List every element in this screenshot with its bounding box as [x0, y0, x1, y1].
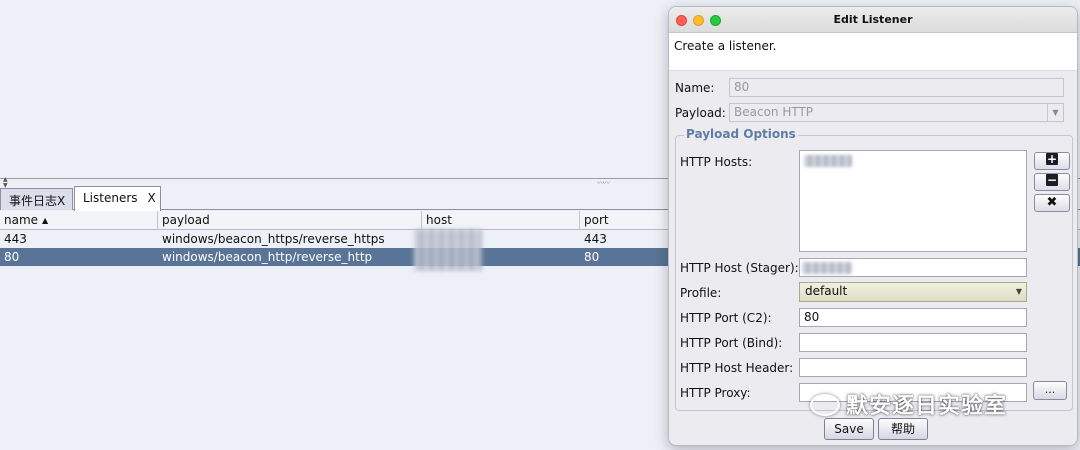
http-port-bind-label: HTTP Port (Bind):	[680, 336, 783, 350]
cell-payload: windows/beacon_http/reverse_http	[162, 250, 373, 264]
column-header-host[interactable]: host	[422, 211, 580, 230]
http-host-header-field[interactable]	[799, 358, 1027, 377]
clear-hosts-button[interactable]: ✖	[1034, 194, 1070, 212]
save-button[interactable]: Save	[824, 418, 874, 440]
plus-icon: +	[1046, 152, 1058, 166]
http-proxy-label: HTTP Proxy:	[680, 386, 751, 400]
redacted-host-blur	[802, 262, 852, 274]
http-host-header-label: HTTP Host Header:	[680, 361, 794, 375]
cell-payload: windows/beacon_https/reverse_https	[162, 232, 385, 246]
column-header-payload[interactable]: payload	[158, 211, 422, 230]
tab-event-log[interactable]: 事件日志X	[0, 188, 73, 210]
http-port-bind-field[interactable]	[799, 333, 1027, 352]
remove-host-button[interactable]: −	[1034, 173, 1070, 191]
cell-name: 80	[4, 250, 20, 264]
dialog-description: Create a listener.	[669, 33, 1077, 71]
payload-label: Payload:	[675, 106, 726, 120]
dialog-title: Edit Listener	[833, 13, 913, 26]
watermark: 默安逐日实验室	[810, 388, 1007, 420]
payload-options-title: Payload Options	[684, 127, 798, 141]
watermark-text: 默安逐日实验室	[846, 394, 1008, 419]
http-port-c2-label: HTTP Port (C2):	[680, 311, 772, 325]
edit-listener-dialog: Edit Listener Create a listener. Name: 8…	[668, 6, 1078, 446]
tab-label: Listeners	[83, 191, 138, 205]
wechat-logo-icon	[810, 394, 840, 416]
http-hosts-label: HTTP Hosts:	[680, 155, 753, 169]
maximize-window-icon[interactable]	[710, 15, 721, 26]
chevron-down-icon: ▼	[1015, 287, 1022, 296]
tab-listeners[interactable]: Listeners X	[74, 186, 161, 211]
http-hosts-list[interactable]	[799, 150, 1027, 252]
payload-value: Beacon HTTP	[734, 105, 814, 119]
help-button[interactable]: 帮助	[878, 418, 928, 440]
profile-select[interactable]: default ▼	[799, 282, 1027, 302]
profile-value: default	[805, 284, 848, 298]
redacted-host-blur	[414, 229, 482, 271]
dialog-titlebar[interactable]: Edit Listener	[669, 7, 1077, 33]
tab-close-button[interactable]: X	[148, 191, 156, 205]
cell-name: 443	[4, 232, 27, 246]
sort-ascending-icon: ▲	[42, 216, 49, 225]
add-host-button[interactable]: +	[1034, 152, 1070, 170]
tab-label: 事件日志X	[9, 194, 66, 208]
http-host-stager-field[interactable]	[799, 258, 1027, 277]
name-label: Name:	[675, 81, 715, 95]
profile-label: Profile:	[680, 286, 722, 300]
payload-select[interactable]: Beacon HTTP ▼	[729, 103, 1064, 122]
http-host-stager-label: HTTP Host (Stager):	[680, 261, 799, 275]
minus-icon: −	[1046, 173, 1058, 187]
http-port-c2-field[interactable]: 80	[799, 308, 1027, 327]
minimize-window-icon[interactable]	[693, 15, 704, 26]
column-header-name[interactable]: name ▲	[0, 211, 158, 230]
close-icon: ✖	[1046, 195, 1058, 210]
name-field[interactable]: 80	[729, 78, 1064, 97]
redacted-host-blur	[804, 155, 852, 167]
proxy-browse-button[interactable]: ...	[1033, 381, 1067, 400]
close-window-icon[interactable]	[676, 15, 687, 26]
chevron-down-icon: ▼	[1047, 104, 1063, 121]
